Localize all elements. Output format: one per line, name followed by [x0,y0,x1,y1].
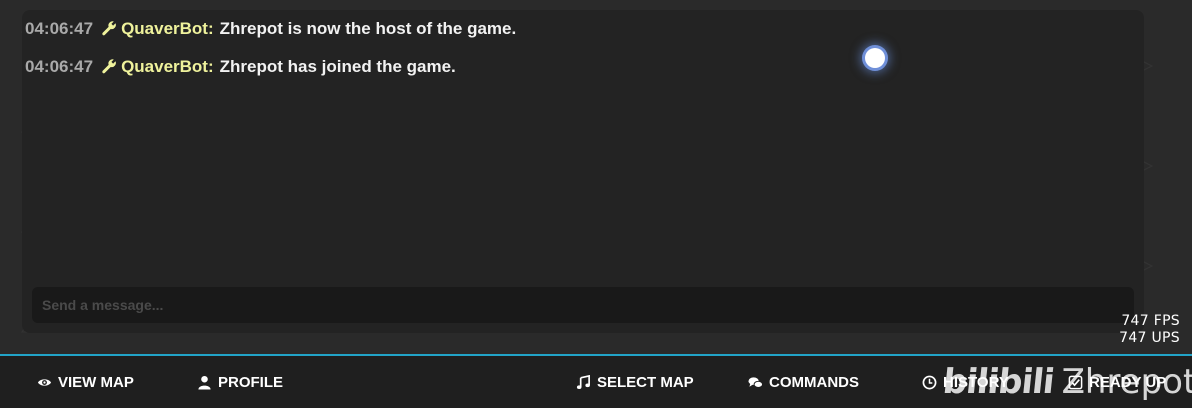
eye-icon [37,378,52,386]
chat-message: 04:06:47 QuaverBot: Zhrepot is now the hos… [25,19,516,39]
message-text: Zhrepot has joined the game. [219,57,456,76]
profile-button[interactable]: PROFILE [197,356,283,408]
fps-counter: 747 FPS [1121,313,1180,329]
message-timestamp: 04:06:47 [25,57,94,76]
ups-counter: 747 UPS [1119,330,1180,346]
checkbox-icon [1068,375,1083,389]
music-note-icon [576,374,590,389]
ready-up-label: READY UP [1089,373,1167,391]
clock-icon [922,375,937,389]
message-text: Zhrepot is now the host of the game. [219,19,517,38]
cursor-indicator [865,48,885,68]
chat-bubbles-icon [748,376,763,388]
history-button[interactable]: HISTORY [922,356,1009,408]
wrench-icon [102,21,116,36]
view-map-label: VIEW MAP [58,373,134,391]
commands-button[interactable]: COMMANDS [748,356,859,408]
message-username: QuaverBot: [121,57,214,76]
message-timestamp: 04:06:47 [25,19,94,38]
history-label: HISTORY [943,373,1009,391]
message-username: QuaverBot: [121,19,214,38]
message-input[interactable] [32,287,1134,323]
select-map-button[interactable]: SELECT MAP [576,356,694,408]
performance-counter: 747 FPS 747 UPS [1119,313,1180,347]
ready-up-button[interactable]: READY UP [1068,356,1166,408]
bottom-nav-bar: VIEW MAP PROFILE SELECT MAP COMMANDS HIS… [0,354,1192,408]
wrench-icon [102,59,116,74]
chat-message: 04:06:47 QuaverBot: Zhrepot has joined the… [25,57,456,77]
profile-label: PROFILE [218,373,284,391]
user-icon [198,375,211,390]
commands-label: COMMANDS [769,373,859,391]
select-map-label: SELECT MAP [597,373,694,391]
view-map-button[interactable]: VIEW MAP [37,356,134,408]
